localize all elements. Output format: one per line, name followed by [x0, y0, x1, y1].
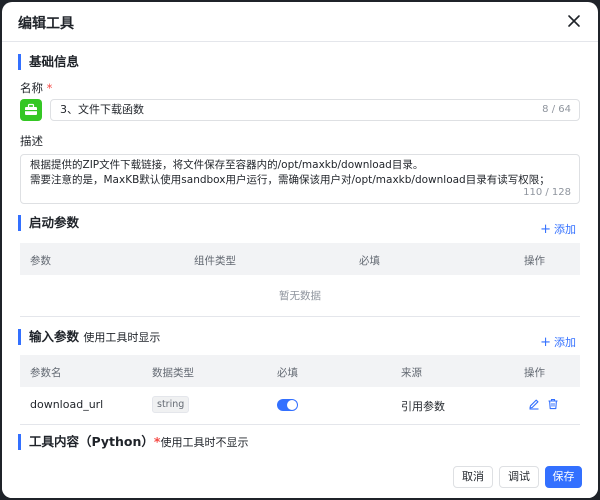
startup-col-actions: 操作 [524, 255, 545, 267]
tool-name-value: 3、文件下载函数 [60, 103, 144, 116]
input-col-actions: 操作 [524, 367, 545, 379]
toolbox-icon[interactable] [20, 99, 42, 121]
input-col-param-name: 参数名 [30, 367, 62, 379]
startup-table-header: 参数 组件类型 必填 操作 [20, 243, 580, 275]
startup-table-empty: 暂无数据 [20, 275, 580, 317]
required-mark: * [46, 81, 53, 95]
name-label: 名称 * [20, 80, 52, 96]
section-input-params-label: 输入参数 [29, 329, 80, 344]
debug-button[interactable]: 调试 [499, 466, 539, 488]
description-textarea[interactable]: 根据提供的ZIP文件下载链接，将文件保存至容器内的/opt/maxkb/down… [20, 154, 580, 204]
startup-col-param: 参数 [30, 255, 51, 267]
plus-icon: + [540, 335, 551, 350]
section-startup-params: 启动参数 [18, 215, 79, 231]
required-toggle[interactable] [277, 399, 298, 411]
cancel-button[interactable]: 取消 [453, 466, 493, 488]
input-col-data-type: 数据类型 [152, 367, 194, 379]
section-tool-content: 工具内容（Python）*使用工具时不显示 [18, 434, 248, 450]
add-input-param-button[interactable]: + 添加 [540, 334, 576, 350]
dialog-footer: 取消 调试 保存 [2, 458, 598, 498]
startup-col-required: 必填 [359, 255, 380, 267]
source-cell: 引用参数 [401, 400, 445, 413]
add-startup-param-button[interactable]: + 添加 [540, 221, 576, 237]
desc-label: 描述 [20, 134, 43, 148]
section-basic-info-label: 基础信息 [29, 54, 80, 69]
dialog-title: 编辑工具 [18, 16, 74, 32]
section-tool-content-label: 工具内容（Python） [29, 434, 154, 449]
data-type-tag: string [152, 396, 190, 413]
table-row: download_url string 引用参数 [20, 387, 580, 425]
plus-icon: + [540, 222, 551, 237]
tool-name-counter: 8 / 64 [542, 104, 571, 115]
description-counter: 110 / 128 [523, 187, 571, 198]
dialog-body: 基础信息 名称 * 3、文件下载函数 8 / 64 描述 根据提供的ZIP文件下… [2, 43, 598, 458]
add-input-param-label: 添加 [554, 336, 576, 349]
input-table-header: 参数名 数据类型 必填 来源 操作 [20, 355, 580, 387]
startup-col-component-type: 组件类型 [194, 255, 236, 267]
section-tool-content-sub: 使用工具时不显示 [160, 436, 249, 449]
add-startup-param-label: 添加 [554, 223, 576, 236]
section-startup-params-label: 启动参数 [29, 215, 80, 230]
input-col-source: 来源 [401, 367, 422, 379]
param-name-cell: download_url [30, 398, 104, 411]
edit-tool-dialog: 编辑工具 基础信息 名称 * 3、文件下载函数 8 / 64 描述 根据提供的Z… [2, 2, 598, 498]
description-line-1: 根据提供的ZIP文件下载链接，将文件保存至容器内的/opt/maxkb/down… [30, 159, 424, 171]
toggle-knob [287, 400, 297, 410]
section-input-params-sub: 使用工具时显示 [83, 331, 161, 344]
close-icon[interactable] [564, 11, 584, 31]
delete-icon[interactable] [547, 398, 559, 410]
section-basic-info: 基础信息 [18, 54, 79, 70]
section-input-params: 输入参数 使用工具时显示 [18, 329, 160, 345]
edit-icon[interactable] [528, 398, 540, 410]
dialog-header: 编辑工具 [2, 2, 598, 42]
description-line-2: 需要注意的是，MaxKB默认使用sandbox用户运行，需确保该用户对/opt/… [30, 174, 550, 186]
input-col-required: 必填 [277, 367, 298, 379]
tool-name-input[interactable]: 3、文件下载函数 8 / 64 [50, 99, 580, 121]
name-label-text: 名称 [20, 81, 43, 95]
save-button[interactable]: 保存 [545, 466, 582, 488]
